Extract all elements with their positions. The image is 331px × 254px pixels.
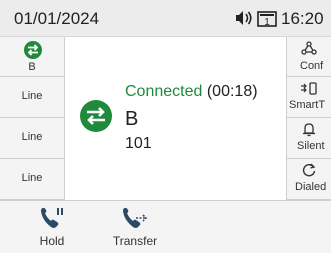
line-badge-number: 1 (264, 17, 270, 27)
dialed-key[interactable]: Dialed (286, 159, 331, 200)
line-key-b[interactable]: B (0, 37, 65, 77)
function-keys-panel: Conf SmartT Silent Dialed (286, 37, 331, 200)
smart-transfer-key-label: SmartT (289, 99, 326, 111)
silent-key[interactable]: Silent (286, 118, 331, 159)
smart-transfer-key[interactable]: SmartT (286, 77, 331, 118)
clock-display: 16:20 (281, 9, 324, 28)
smart-transfer-icon (301, 82, 317, 95)
call-status: Connected (00:18) (125, 83, 258, 101)
line-keys-panel: B Line Line Line (0, 37, 66, 200)
caller-number: 101 (125, 135, 152, 152)
conference-icon (301, 41, 317, 55)
line-key-label: Line (21, 131, 43, 143)
line-key-4[interactable]: Line (0, 159, 65, 200)
line-badge-icon: 1 (257, 11, 277, 27)
transfer-button-label: Transfer (112, 234, 158, 248)
call-transfer-icon (80, 100, 112, 132)
call-status-text: Connected (125, 83, 203, 100)
date-display: 01/01/2024 (14, 9, 100, 28)
call-timer: (00:18) (206, 83, 258, 100)
call-transfer-icon (24, 41, 42, 59)
line-key-label: B (28, 61, 36, 73)
dialed-key-label: Dialed (295, 181, 327, 193)
conf-key[interactable]: Conf (286, 37, 331, 77)
line-key-2[interactable]: Line (0, 77, 65, 118)
bell-icon (303, 123, 315, 137)
hold-icon (41, 207, 63, 228)
speaker-icon (236, 11, 252, 25)
redial-icon (302, 163, 316, 177)
line-key-label: Line (21, 90, 43, 102)
hold-button[interactable]: Hold (22, 201, 82, 254)
caller-name: B (125, 108, 139, 130)
soft-keys-bar: Hold Transfer (0, 200, 331, 253)
conf-key-label: Conf (300, 60, 324, 72)
line-key-3[interactable]: Line (0, 118, 65, 159)
status-bar: 01/01/2024 1 16:20 (0, 0, 331, 37)
transfer-button[interactable]: Transfer (102, 201, 168, 254)
hold-button-label: Hold (39, 234, 65, 248)
silent-key-label: Silent (297, 140, 325, 152)
transfer-icon (123, 207, 148, 228)
line-key-label: Line (21, 172, 43, 184)
